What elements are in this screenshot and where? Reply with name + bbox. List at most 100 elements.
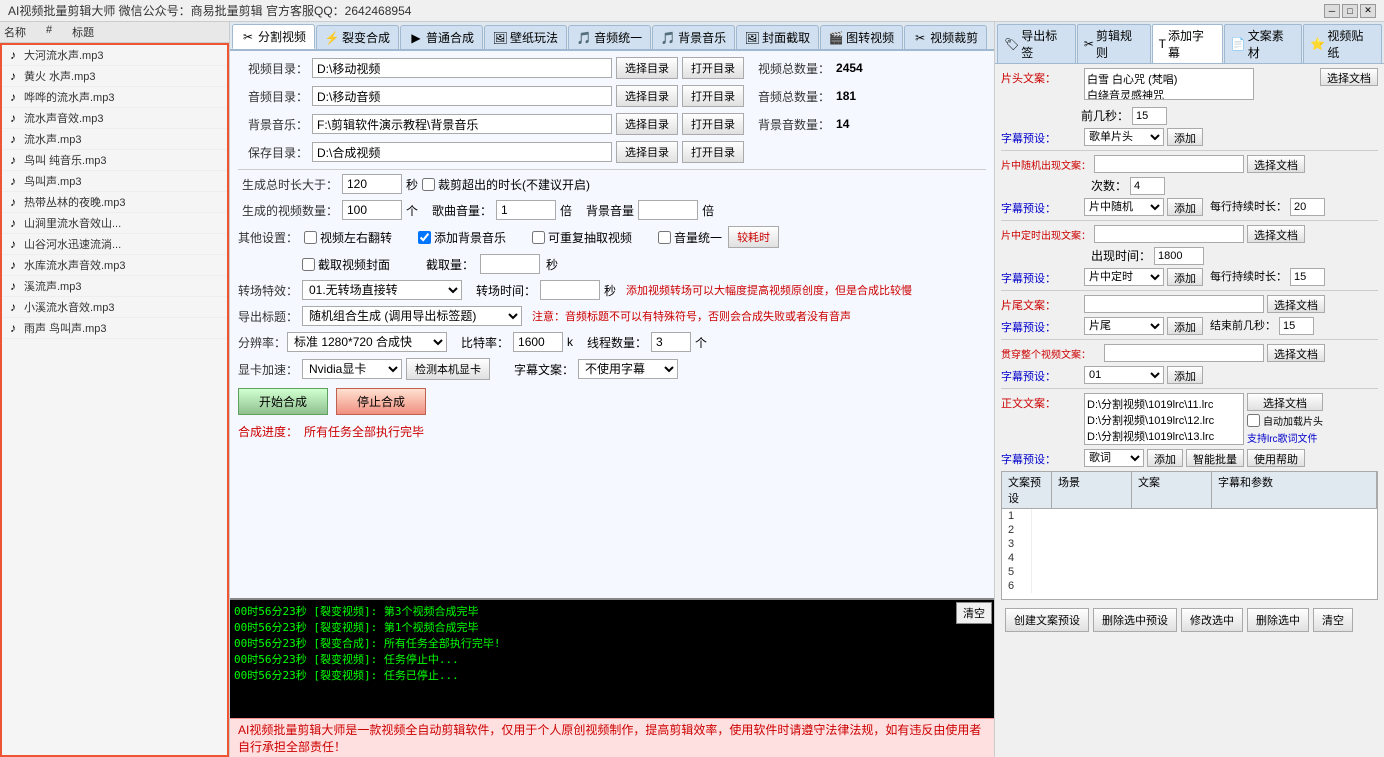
title-text-select-btn[interactable]: 选择文档	[1320, 68, 1378, 86]
full-video-select-btn[interactable]: 选择文档	[1267, 344, 1325, 362]
list-item[interactable]: ♪黄火 水声.mp3	[2, 66, 227, 87]
add-bg-music-checkbox[interactable]	[418, 231, 431, 244]
table-row[interactable]: 2	[1002, 523, 1377, 537]
tail-sec-input[interactable]	[1279, 317, 1314, 335]
subtitle-preset4-select[interactable]: 片尾	[1084, 317, 1164, 335]
main-text-select-btn[interactable]: 选择文档	[1247, 393, 1323, 411]
tab-crop[interactable]: ✂视频裁剪	[904, 25, 987, 49]
list-item[interactable]: ♪热带丛林的夜晚.mp3	[2, 192, 227, 213]
list-item[interactable]: ♪大河流水声.mp3	[2, 45, 227, 66]
times-input[interactable]	[1130, 177, 1165, 195]
no-crop-check-label[interactable]: 裁剪超出的时长(不建议开启)	[422, 176, 590, 193]
audio-dir-select-btn[interactable]: 选择目录	[616, 85, 678, 107]
vol-unify-checkbox[interactable]	[658, 231, 671, 244]
subtitle-preset6-add-btn[interactable]: 添加	[1147, 449, 1183, 467]
bitrate-input[interactable]	[513, 332, 563, 352]
subtitle-preset1-add-btn[interactable]: 添加	[1167, 128, 1203, 146]
subtitle-preset5-select[interactable]: 01	[1084, 366, 1164, 384]
mid-rand-input[interactable]	[1094, 155, 1244, 173]
subtitle-preset5-add-btn[interactable]: 添加	[1167, 366, 1203, 384]
bg-music-input[interactable]	[312, 114, 612, 134]
flip-checkbox[interactable]	[304, 231, 317, 244]
subtitle-preset6-select[interactable]: 歌词	[1084, 449, 1144, 467]
delete-chosen-btn[interactable]: 删除选中	[1247, 608, 1309, 632]
cut-amount-input[interactable]	[480, 254, 540, 274]
title-sec-input[interactable]	[1132, 107, 1167, 125]
video-dir-select-btn[interactable]: 选择目录	[616, 57, 678, 79]
list-item[interactable]: ♪山涧里流水音效山...	[2, 213, 227, 234]
subtitle-preset1-select[interactable]: 歌单片头	[1084, 128, 1164, 146]
gpu-select[interactable]: Nvidia显卡	[302, 359, 402, 379]
clear-btn[interactable]: 清空	[1313, 608, 1353, 632]
transition-select[interactable]: 01.无转场直接转	[302, 280, 462, 300]
list-item[interactable]: ♪流水声音效.mp3	[2, 108, 227, 129]
right-tab-copywriting[interactable]: 📄文案素材	[1224, 24, 1303, 63]
log-clear-button[interactable]: 清空	[956, 602, 992, 624]
full-video-input[interactable]	[1104, 344, 1264, 362]
list-item[interactable]: ♪哗哗的流水声.mp3	[2, 87, 227, 108]
main-text-area[interactable]	[1084, 393, 1244, 445]
create-preset-btn[interactable]: 创建文案预设	[1005, 608, 1089, 632]
bg-music-select-btn[interactable]: 选择目录	[616, 113, 678, 135]
tab-crack[interactable]: ⚡裂变合成	[316, 25, 399, 49]
add-bg-music-check-label[interactable]: 添加背景音乐	[418, 229, 506, 246]
resolution-select[interactable]: 标准 1280*720 合成快	[287, 332, 447, 352]
audio-dir-open-btn[interactable]: 打开目录	[682, 85, 744, 107]
no-crop-checkbox[interactable]	[422, 178, 435, 191]
title-text-area[interactable]	[1084, 68, 1254, 100]
subtitle-preset3-select[interactable]: 片中定时	[1084, 268, 1164, 286]
list-item[interactable]: ♪水库流水声音效.mp3	[2, 255, 227, 276]
modify-selected-btn[interactable]: 修改选中	[1181, 608, 1243, 632]
repeat-extract-check-label[interactable]: 可重复抽取视频	[532, 229, 632, 246]
appear-time-input[interactable]	[1154, 247, 1204, 265]
bg-music-open-btn[interactable]: 打开目录	[682, 113, 744, 135]
minimize-button[interactable]: ─	[1324, 4, 1340, 18]
table-row[interactable]: 3	[1002, 537, 1377, 551]
repeat-extract-checkbox[interactable]	[532, 231, 545, 244]
max-duration-input[interactable]	[342, 174, 402, 194]
tab-normal[interactable]: ▶普通合成	[400, 25, 483, 49]
subtitle-select[interactable]: 不使用字幕	[578, 359, 678, 379]
close-button[interactable]: ✕	[1360, 4, 1376, 18]
tab-bg-music[interactable]: 🎵背景音乐	[652, 25, 735, 49]
right-tab-add-subtitle[interactable]: T添加字幕	[1152, 24, 1223, 63]
right-tab-export-tag[interactable]: 🏷导出标签	[997, 24, 1076, 63]
table-row[interactable]: 1	[1002, 509, 1377, 523]
mid-rand-select-btn[interactable]: 选择文档	[1247, 155, 1305, 173]
cut-cover-check-label[interactable]: 截取视频封面	[302, 256, 390, 273]
mid-timed-select-btn[interactable]: 选择文档	[1247, 225, 1305, 243]
delete-selected-preset-btn[interactable]: 删除选中预设	[1093, 608, 1177, 632]
tab-split[interactable]: ✂分割视频	[232, 24, 315, 49]
mid-timed-input[interactable]	[1094, 225, 1244, 243]
flip-check-label[interactable]: 视频左右翻转	[304, 229, 392, 246]
subtitle-preset2-select[interactable]: 片中随机	[1084, 198, 1164, 216]
export-tag-select[interactable]: 随机组合生成 (调用导出标签题)	[302, 306, 522, 326]
subtitle-preset2-add-btn[interactable]: 添加	[1167, 198, 1203, 216]
audio-dir-input[interactable]	[312, 86, 612, 106]
maximize-button[interactable]: □	[1342, 4, 1358, 18]
table-row[interactable]: 6	[1002, 579, 1377, 593]
batch-btn[interactable]: 智能批量	[1186, 449, 1244, 467]
duration2-input[interactable]	[1290, 198, 1325, 216]
song-vol-input[interactable]	[496, 200, 556, 220]
detect-gpu-btn[interactable]: 检测本机显卡	[406, 358, 490, 380]
right-tab-video-sticker[interactable]: ⭐视频贴纸	[1303, 24, 1382, 63]
start-synthesis-button[interactable]: 开始合成	[238, 388, 328, 415]
subtitle-preset4-add-btn[interactable]: 添加	[1167, 317, 1203, 335]
list-item[interactable]: ♪溪流声.mp3	[2, 276, 227, 297]
vol-unify-check-label[interactable]: 音量统一	[658, 229, 722, 246]
thread-input[interactable]	[651, 332, 691, 352]
table-row[interactable]: 4	[1002, 551, 1377, 565]
list-item[interactable]: ♪鸟叫 纯音乐.mp3	[2, 150, 227, 171]
tab-cover[interactable]: 🖼封面截取	[736, 25, 819, 49]
list-item[interactable]: ♪山谷河水迅速流淌...	[2, 234, 227, 255]
save-dir-input[interactable]	[312, 142, 612, 162]
tab-audio-unify[interactable]: 🎵音频统一	[568, 25, 651, 49]
video-dir-input[interactable]	[312, 58, 612, 78]
tail-text-input[interactable]	[1084, 295, 1264, 313]
save-dir-open-btn[interactable]: 打开目录	[682, 141, 744, 163]
gen-video-count-input[interactable]	[342, 200, 402, 220]
bg-vol-input[interactable]	[638, 200, 698, 220]
list-item[interactable]: ♪鸟叫声.mp3	[2, 171, 227, 192]
right-tab-edit-rules[interactable]: ✂剪辑规则	[1077, 24, 1151, 63]
